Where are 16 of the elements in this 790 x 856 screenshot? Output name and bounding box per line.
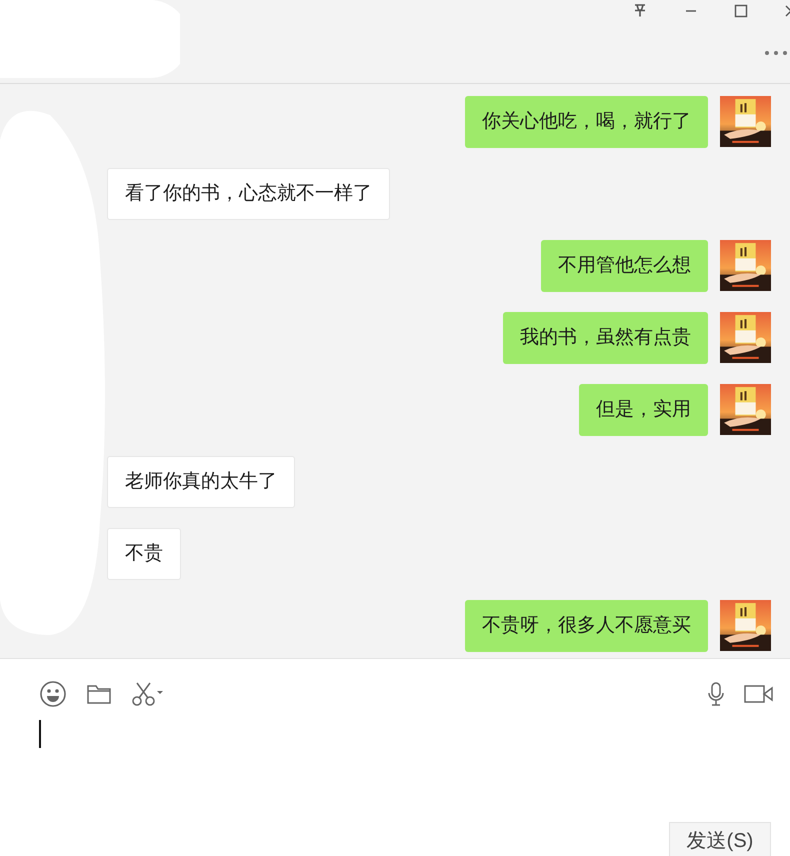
message-bubble: 你关心他吃，喝，就行了 bbox=[465, 96, 708, 148]
message-bubble: 但是，实用 bbox=[579, 384, 708, 436]
message-bubble: 看了你的书，心态就不一样了 bbox=[107, 168, 390, 220]
pin-icon[interactable] bbox=[632, 3, 648, 19]
message-bubble: 不贵呀，很多人不愿意买 bbox=[465, 600, 708, 652]
video-call-icon[interactable] bbox=[744, 684, 774, 704]
more-icon[interactable] bbox=[764, 50, 790, 56]
send-button[interactable]: 发送(S) bbox=[669, 822, 771, 856]
message-bubble: 我的书，虽然有点贵 bbox=[503, 312, 708, 364]
microphone-icon[interactable] bbox=[707, 681, 725, 707]
message-bubble: 老师你真的太牛了 bbox=[107, 456, 295, 508]
message-bubble: 不贵 bbox=[107, 528, 181, 580]
maximize-icon[interactable] bbox=[734, 4, 748, 18]
emoji-icon[interactable] bbox=[39, 680, 67, 708]
scissors-icon[interactable] bbox=[131, 681, 165, 707]
message-bubble: 不用管他怎么想 bbox=[541, 240, 708, 292]
